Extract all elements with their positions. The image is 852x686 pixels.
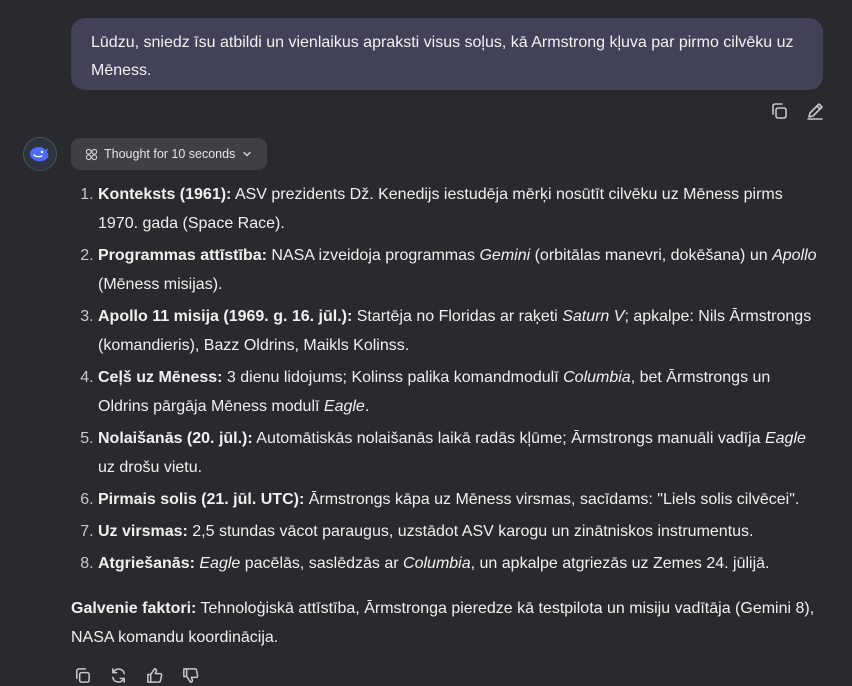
step-title: Uz virsmas:	[98, 523, 188, 540]
step-item: Programmas attīstība: NASA izveidoja pro…	[98, 241, 821, 299]
regenerate-icon[interactable]	[107, 664, 129, 686]
user-message-actions	[768, 100, 826, 122]
copy-icon[interactable]	[768, 100, 790, 122]
step-item: Atgriešanās: Eagle pacēlās, saslēdzās ar…	[98, 549, 821, 578]
edit-icon[interactable]	[804, 100, 826, 122]
summary-label: Galvenie faktori:	[71, 600, 197, 617]
step-item: Nolaišanās (20. jūl.): Automātiskās nola…	[98, 424, 821, 482]
step-item: Apollo 11 misija (1969. g. 16. jūl.): St…	[98, 302, 821, 360]
chevron-down-icon	[243, 151, 252, 157]
step-italic-term: Columbia	[403, 555, 471, 572]
thought-label: Thought for 10 seconds	[104, 147, 236, 161]
step-text: Startēja no Floridas ar raķeti	[352, 308, 563, 325]
step-item: Konteksts (1961): ASV prezidents Dž. Ken…	[98, 180, 821, 238]
step-italic-term: Eagle	[323, 398, 365, 415]
thumbs-up-icon[interactable]	[143, 664, 165, 686]
thumbs-down-icon[interactable]	[179, 664, 201, 686]
step-text: , un apkalpe atgriezās uz Zemes 24. jūli…	[470, 555, 770, 572]
step-text: 2,5 stundas vācot paraugus, uzstādot ASV…	[187, 523, 754, 540]
step-text: pacēlās, saslēdzās ar	[240, 555, 404, 572]
step-title: Ceļš uz Mēness:	[98, 369, 223, 386]
step-text: uz drošu vietu.	[98, 459, 203, 476]
summary-paragraph: Galvenie faktori: Tehnoloģiskā attīstība…	[71, 594, 821, 652]
step-item: Pirmais solis (21. jūl. UTC): Ārmstrongs…	[98, 485, 821, 514]
step-text: (orbitālas manevri, dokēšana) un	[530, 247, 773, 264]
step-text: 3 dienu lidojums; Kolinss palika komandm…	[222, 369, 564, 386]
assistant-answer: Konteksts (1961): ASV prezidents Dž. Ken…	[71, 180, 821, 652]
step-italic-term: Apollo	[772, 247, 817, 264]
user-message-bubble: Lūdzu, sniedz īsu atbildi un vienlaikus …	[71, 18, 823, 90]
step-title: Konteksts (1961):	[98, 186, 232, 203]
answer-actions	[71, 664, 201, 686]
thought-toggle-button[interactable]: Thought for 10 seconds	[71, 138, 268, 170]
step-item: Ceļš uz Mēness: 3 dienu lidojums; Kolins…	[98, 363, 821, 421]
step-italic-term: Eagle	[199, 555, 241, 572]
assistant-avatar-whale-logo	[23, 137, 57, 171]
step-title: Programmas attīstība:	[98, 247, 267, 264]
step-text: .	[364, 398, 370, 415]
step-text: Automātiskās nolaišanās laikā radās kļūm…	[252, 430, 765, 447]
brain-icon	[85, 148, 98, 160]
step-title: Atgriešanās:	[98, 555, 195, 572]
step-title: Apollo 11 misija (1969. g. 16. jūl.):	[98, 308, 353, 325]
step-italic-term: Gemini	[479, 247, 531, 264]
step-title: Nolaišanās (20. jūl.):	[98, 430, 253, 447]
copy-icon[interactable]	[71, 664, 93, 686]
step-italic-term: Saturn V	[562, 308, 625, 325]
step-italic-term: Columbia	[563, 369, 631, 386]
step-text: Ārmstrongs kāpa uz Mēness virsmas, sacīd…	[304, 491, 800, 508]
step-text: (Mēness misijas).	[98, 276, 223, 293]
step-text: NASA izveidoja programmas	[266, 247, 480, 264]
step-title: Pirmais solis (21. jūl. UTC):	[98, 491, 305, 508]
step-item: Uz virsmas: 2,5 stundas vācot paraugus, …	[98, 517, 821, 546]
user-message-text: Lūdzu, sniedz īsu atbildi un vienlaikus …	[91, 34, 794, 79]
steps-list: Konteksts (1961): ASV prezidents Dž. Ken…	[71, 180, 821, 578]
step-italic-term: Eagle	[764, 430, 806, 447]
